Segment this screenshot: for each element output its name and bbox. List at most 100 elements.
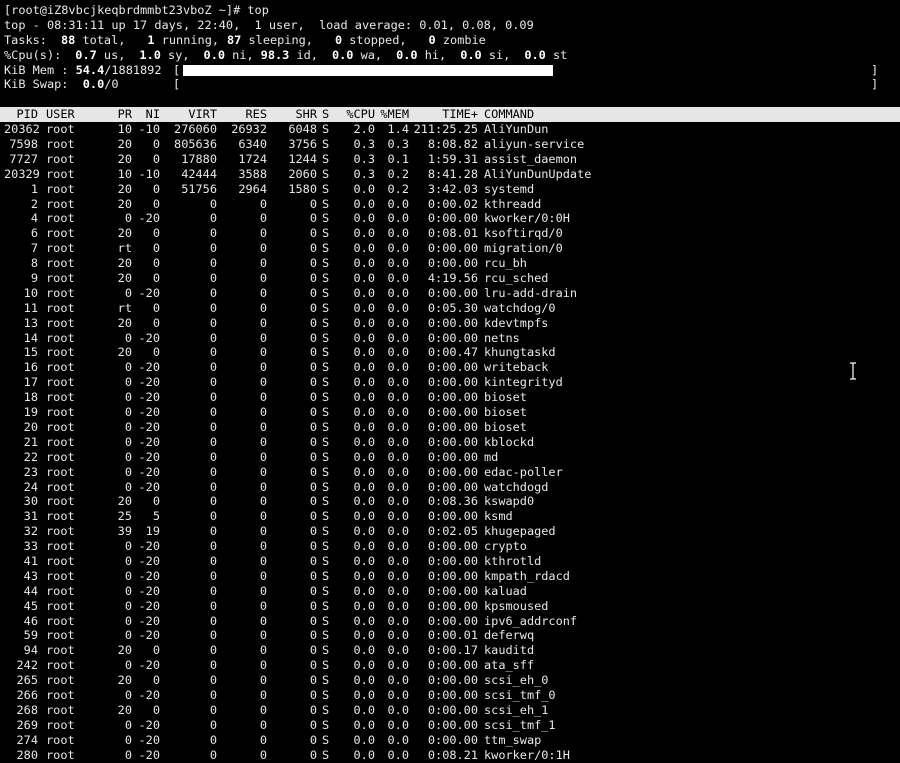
cell-mem: 0.0 — [387, 613, 409, 628]
swap-percent: 0.0 — [82, 77, 105, 92]
cell-shr: 1244 — [288, 151, 317, 166]
cell-command: kworker/0:0H — [484, 211, 570, 226]
cell-mem: 0.0 — [387, 315, 409, 330]
tasks-running-value: 1 — [147, 32, 155, 47]
cell-pr: 0 — [124, 434, 132, 449]
cell-mem: 0.2 — [387, 181, 409, 196]
cell-ni: -20 — [138, 405, 160, 420]
cell-command: AliYunDun — [484, 122, 549, 137]
cell-shr: 0 — [309, 315, 317, 330]
cell-cpu: 0.0 — [353, 434, 375, 449]
process-row: 11 root rt 0 0 0 0 S 0.0 0.0 0:05.30 watchdog/0 — [4, 301, 896, 316]
cell-user: root — [46, 390, 75, 405]
cell-state: S — [322, 345, 330, 360]
cell-time: 0:00.00 — [427, 256, 478, 271]
cell-virt: 0 — [209, 732, 217, 747]
cell-command: ata_sff — [484, 658, 535, 673]
cpu-si-label: si, — [481, 47, 511, 62]
cell-pr: 0 — [124, 687, 132, 702]
cell-res: 0 — [259, 509, 267, 524]
cpu-ni-value: 0.0 — [203, 47, 226, 62]
cell-pr: 0 — [124, 285, 132, 300]
cell-virt: 0 — [209, 673, 217, 688]
cell-shr: 0 — [309, 643, 317, 658]
process-row: 2 root 20 0 0 0 0 S 0.0 0.0 0:00.02 kthreadd — [4, 197, 896, 212]
process-row: 266 root 0 -20 0 0 0 S 0.0 0.0 0:00.00 scsi_tmf_0 — [4, 688, 896, 703]
cell-pid: 23 — [23, 464, 38, 479]
process-row: 59 root 0 -20 0 0 0 S 0.0 0.0 0:00.01 deferwq — [4, 628, 896, 643]
cell-user: root — [46, 717, 75, 732]
cell-command: systemd — [484, 181, 535, 196]
cell-user: root — [46, 375, 75, 390]
cell-res: 0 — [259, 256, 267, 271]
col-header-pr: PR — [117, 107, 132, 122]
cell-shr: 0 — [309, 568, 317, 583]
cell-pid: 59 — [23, 628, 38, 643]
cell-pid: 15 — [23, 345, 38, 360]
cell-time: 0:00.00 — [427, 211, 478, 226]
cell-state: S — [322, 747, 330, 762]
cell-state: S — [322, 732, 330, 747]
process-row: 44 root 0 -20 0 0 0 S 0.0 0.0 0:00.00 kaluad — [4, 584, 896, 599]
cell-ni: 0 — [152, 271, 160, 286]
cell-virt: 0 — [209, 509, 217, 524]
cpu-wa-label: wa, — [353, 47, 383, 62]
cell-pid: 7598 — [9, 137, 38, 152]
cell-pr: 20 — [117, 196, 132, 211]
cell-pid: 268 — [16, 702, 38, 717]
cell-pid: 31 — [23, 509, 38, 524]
cell-command: kworker/0:1H — [484, 747, 570, 762]
cell-cpu: 0.0 — [353, 390, 375, 405]
cell-time: 0:00.00 — [427, 434, 478, 449]
cell-user: root — [46, 211, 75, 226]
cell-time: 0:05.30 — [427, 300, 478, 315]
cell-pid: 6 — [30, 226, 38, 241]
cpu-sy-value: 1.0 — [139, 47, 161, 62]
cell-state: S — [322, 196, 330, 211]
cell-cpu: 0.0 — [353, 360, 375, 375]
cell-command: lru-add-drain — [484, 285, 578, 300]
cell-cpu: 0.0 — [353, 687, 375, 702]
cell-user: root — [46, 405, 75, 420]
cell-res: 0 — [259, 479, 267, 494]
cell-user: root — [46, 315, 75, 330]
cell-command: AliYunDunUpdate — [484, 166, 592, 181]
cell-user: root — [46, 568, 75, 583]
cell-pr: 10 — [117, 166, 132, 181]
cell-virt: 42444 — [181, 166, 217, 181]
cell-user: root — [46, 181, 75, 196]
cell-pr: 0 — [124, 568, 132, 583]
cell-pr: 0 — [124, 598, 132, 613]
cell-state: S — [322, 315, 330, 330]
cell-user: root — [46, 271, 75, 286]
cell-mem: 1.4 — [387, 122, 409, 137]
swap-label: KiB Swap: — [4, 77, 83, 92]
cell-res: 0 — [259, 360, 267, 375]
cell-pr: 0 — [124, 419, 132, 434]
cell-virt: 0 — [209, 494, 217, 509]
process-row: 23 root 0 -20 0 0 0 S 0.0 0.0 0:00.00 edac-poller — [4, 465, 896, 480]
cell-shr: 0 — [309, 628, 317, 643]
cell-pid: 8 — [30, 256, 38, 271]
cell-state: S — [322, 375, 330, 390]
cell-pid: 30 — [23, 494, 38, 509]
process-row: 18 root 0 -20 0 0 0 S 0.0 0.0 0:00.00 bioset — [4, 390, 896, 405]
cell-cpu: 0.0 — [353, 405, 375, 420]
cell-user: root — [46, 643, 75, 658]
cell-mem: 0.0 — [387, 300, 409, 315]
process-row: 6 root 20 0 0 0 0 S 0.0 0.0 0:08.01 ksoftirqd/0 — [4, 226, 896, 241]
cell-shr: 0 — [309, 747, 317, 762]
cell-cpu: 0.3 — [353, 166, 375, 181]
cell-time: 8:41.28 — [427, 166, 478, 181]
cell-command: writeback — [484, 360, 549, 375]
cell-cpu: 0.0 — [353, 464, 375, 479]
cell-shr: 6048 — [288, 122, 317, 137]
cell-user: root — [46, 226, 75, 241]
cell-mem: 0.0 — [387, 509, 409, 524]
terminal-window[interactable]: [root@iZ8vbcjkeqbrdmmbt23vboZ ~]# top to… — [0, 3, 900, 762]
cell-pid: 11 — [23, 300, 38, 315]
cell-pid: 19 — [23, 405, 38, 420]
cell-virt: 0 — [209, 226, 217, 241]
cell-pr: 20 — [117, 226, 132, 241]
cell-virt: 0 — [209, 375, 217, 390]
